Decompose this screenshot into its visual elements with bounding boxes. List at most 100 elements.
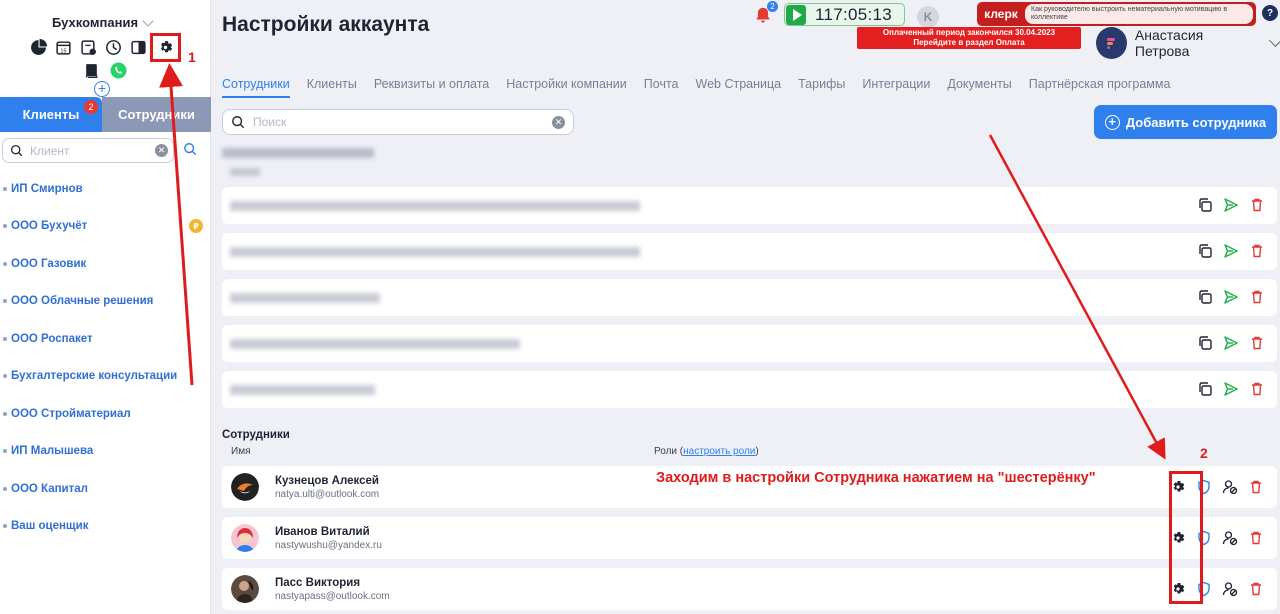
copy-icon[interactable] (1197, 381, 1213, 397)
pie-chart-icon[interactable] (29, 38, 48, 57)
alert-line-1: Оплаченный период закончился 30.04.2023 (882, 28, 1056, 37)
klerk-message: Как руководителю выстроить нематериальну… (1025, 4, 1253, 24)
work-timer[interactable]: 117:05:13 (784, 3, 905, 26)
list-item[interactable]: ИП Смирнов (3, 170, 208, 208)
trash-icon[interactable] (1249, 335, 1265, 351)
client-name: ООО Облачные решения (11, 295, 154, 308)
tab-employees-settings[interactable]: Сотрудники (222, 77, 290, 98)
trash-icon[interactable] (1249, 289, 1265, 305)
clock-icon[interactable] (104, 38, 123, 57)
client-name: Бухгалтерские консультации (11, 370, 178, 383)
list-item[interactable]: ИП Малышева (3, 433, 208, 471)
invite-actions (1197, 197, 1265, 213)
tab-partner-program[interactable]: Партнёрская программа (1029, 77, 1171, 98)
send-icon[interactable] (1223, 197, 1239, 213)
trash-icon[interactable] (1248, 530, 1264, 546)
help-icon[interactable]: ? (1262, 5, 1278, 21)
play-icon[interactable] (786, 4, 806, 25)
configure-roles-link[interactable]: настроить роли (683, 446, 755, 457)
user-block-icon[interactable] (1222, 581, 1238, 597)
company-switcher[interactable]: Бухкомпания (52, 14, 154, 30)
invite-actions (1197, 335, 1265, 351)
invite-actions (1197, 289, 1265, 305)
trash-icon[interactable] (1249, 381, 1265, 397)
list-item[interactable]: ООО Стройматериал (3, 395, 208, 433)
list-item[interactable]: ООО Капитал (3, 470, 208, 508)
client-name: ИП Смирнов (11, 182, 83, 195)
tab-clients-settings[interactable]: Клиенты (307, 77, 357, 98)
employee-email: nastywushu@yandex.ru (275, 540, 382, 551)
annotation-step-2: 2 (1200, 445, 1208, 461)
employee-search-input[interactable] (253, 115, 544, 129)
send-icon[interactable] (1223, 335, 1239, 351)
roles-label-end: ) (755, 446, 759, 457)
book-icon[interactable] (82, 61, 101, 80)
tab-integrations[interactable]: Интеграции (862, 77, 930, 98)
notifications-button[interactable]: 2 (754, 1, 778, 29)
tab-employees-label: Сотрудники (118, 107, 195, 122)
send-icon[interactable] (1223, 243, 1239, 259)
settings-gear-button[interactable] (150, 33, 181, 62)
tab-employees[interactable]: Сотрудники (102, 97, 211, 132)
avatar (1096, 27, 1127, 59)
client-name: ООО Газовик (11, 257, 87, 270)
tab-mail[interactable]: Почта (644, 77, 679, 98)
tab-requisites[interactable]: Реквизиты и оплата (374, 77, 489, 98)
employee-email: nastyapass@outlook.com (275, 591, 390, 602)
client-name: Ваш оценщик (11, 520, 89, 533)
user-block-icon[interactable] (1222, 530, 1238, 546)
employee-name: Иванов Виталий (275, 526, 370, 538)
tab-web-page[interactable]: Web Страница (696, 77, 782, 98)
tab-tariffs[interactable]: Тарифы (798, 77, 845, 98)
list-item[interactable]: ООО Роспакет (3, 320, 208, 358)
clear-search-icon[interactable]: ✕ (155, 144, 168, 157)
trash-icon[interactable] (1248, 479, 1264, 495)
trash-icon[interactable] (1249, 197, 1265, 213)
klerk-banner[interactable]: клерк Как руководителю выстроить нематер… (977, 2, 1256, 26)
list-item[interactable]: ООО Газовик (3, 245, 208, 283)
clients-badge: 2 (84, 100, 98, 114)
avatar (231, 524, 259, 552)
payment-alert[interactable]: Оплаченный период закончился 30.04.2023 … (857, 27, 1081, 49)
bullet-dot (3, 261, 7, 266)
list-item[interactable]: Бухгалтерские консультации (3, 358, 208, 396)
clear-search-icon[interactable]: ✕ (552, 115, 565, 129)
whatsapp-icon[interactable] (109, 61, 128, 80)
copy-icon[interactable] (1197, 197, 1213, 213)
user-block-icon[interactable] (1222, 479, 1238, 495)
add-employee-button[interactable]: + Добавить сотрудника (1094, 105, 1277, 139)
k-logo-icon[interactable]: K (917, 6, 939, 28)
invite-row (222, 233, 1277, 270)
task-icon[interactable] (79, 38, 98, 57)
user-menu[interactable]: Анастасия Петрова (1096, 27, 1280, 59)
copy-icon[interactable] (1197, 335, 1213, 351)
tab-clients[interactable]: Клиенты 2 (0, 97, 102, 132)
client-search-button[interactable] (183, 142, 197, 161)
panel-icon[interactable] (129, 38, 148, 57)
invite-actions (1197, 243, 1265, 259)
trash-icon[interactable] (1248, 581, 1264, 597)
client-search-input[interactable] (30, 143, 148, 158)
send-icon[interactable] (1223, 289, 1239, 305)
trash-icon[interactable] (1249, 243, 1265, 259)
send-icon[interactable] (1223, 381, 1239, 397)
copy-icon[interactable] (1197, 289, 1213, 305)
list-item[interactable]: ООО Бухучёт ₽ (3, 208, 208, 246)
bullet-dot (3, 524, 7, 529)
bullet-dot (3, 336, 7, 341)
plus-icon: + (1104, 114, 1120, 130)
payment-coin-icon: ₽ (189, 219, 203, 234)
copy-icon[interactable] (1197, 243, 1213, 259)
calendar-icon[interactable]: 15 (54, 38, 73, 57)
employee-name: Пасс Виктория (275, 577, 361, 589)
tab-company-settings[interactable]: Настройки компании (506, 77, 627, 98)
annotation-highlight-box (1169, 471, 1203, 604)
tab-documents[interactable]: Документы (947, 77, 1011, 98)
roles-label: Роли ( (654, 446, 684, 457)
list-item[interactable]: Ваш оценщик (3, 508, 208, 546)
blurred-subheading (230, 168, 260, 176)
add-client-icon[interactable]: + (94, 81, 110, 97)
employee-search: ✕ (222, 109, 574, 135)
user-name: Анастасия Петрова (1134, 27, 1204, 59)
list-item[interactable]: ООО Облачные решения (3, 283, 208, 321)
